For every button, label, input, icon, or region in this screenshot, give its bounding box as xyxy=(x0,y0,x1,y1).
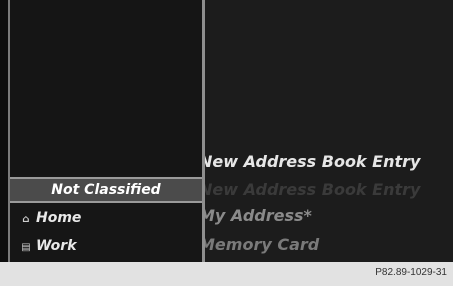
submenu-item-label: Not Classified xyxy=(51,182,161,198)
submenu-item-label: Work xyxy=(36,238,77,254)
left-rail xyxy=(0,0,10,262)
menu-item-new-address-book-entry-ghost: New Address Book Entry xyxy=(205,180,421,199)
menu-item-my-address[interactable]: My Address* xyxy=(205,206,312,225)
work-icon: ▤ xyxy=(21,242,31,253)
submenu-empty-area xyxy=(10,0,202,175)
figure-code: P82.89-1029-31 xyxy=(375,267,447,278)
display-screen: Not Classified ⌂ Home ▤ Work New Address B… xyxy=(0,0,453,262)
main-menu: New Address Book Entry New Address Book … xyxy=(205,0,453,262)
submenu-item-label: Home xyxy=(36,210,82,226)
menu-item-new-address-book-entry[interactable]: New Address Book Entry xyxy=(205,152,420,171)
image-footer: P82.89-1029-31 xyxy=(0,262,453,286)
submenu-item-not-classified[interactable]: Not Classified xyxy=(10,177,202,203)
submenu-item-home[interactable]: ⌂ Home xyxy=(10,205,202,231)
submenu-item-work[interactable]: ▤ Work xyxy=(10,233,202,259)
category-submenu: Not Classified ⌂ Home ▤ Work xyxy=(10,0,205,262)
menu-item-memory-card[interactable]: Memory Card xyxy=(205,235,319,254)
home-icon: ⌂ xyxy=(22,214,30,225)
